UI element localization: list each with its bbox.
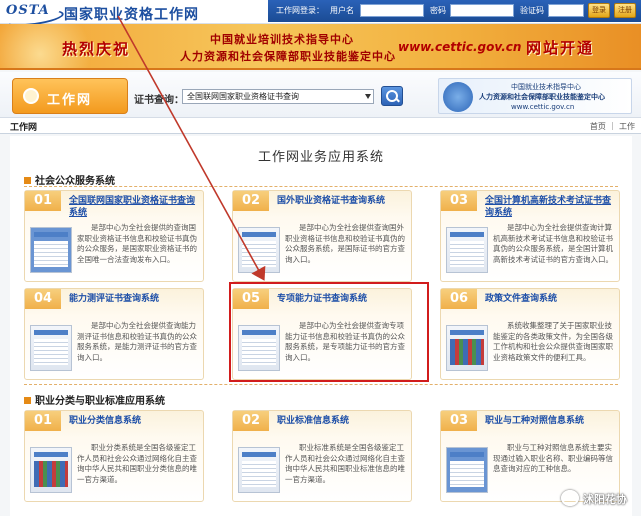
certificate-query-select[interactable]: 全国联网国家职业资格证书查询 (182, 89, 374, 104)
card-description: 是部中心为全社会提供查询计算机高新技术考试证书信息和校验证书真伪的公众服务系统，… (493, 223, 613, 264)
page-title: 工作网业务应用系统 (257, 150, 384, 165)
banner-right-text: 网站开通 (526, 39, 595, 57)
celebration-banner: 热烈庆祝 中国就业培训技术指导中心 人力资源和社会保障部职业技能鉴定中心 www… (0, 24, 641, 70)
service-card[interactable]: 03 全国计算机高新技术考试证书查询系统 是部中心为全社会提供查询计算机高新技术… (440, 190, 620, 282)
card-description: 职业与工种对照信息系统主要实现通过输入职业名称、职业编码等信息查询对应的工种信息… (493, 443, 613, 473)
certificate-query-label: 证书查询： (134, 95, 184, 106)
card-title-link[interactable]: 国外职业资格证书查询系统 (277, 195, 409, 207)
main-content: 工作网业务应用系统 社会公众服务系统 01 全国联网国家职业资格证书查询系统 是… (10, 136, 632, 516)
card-thumbnail (30, 227, 72, 273)
section-divider (24, 384, 618, 385)
dropdown-arrow-icon (365, 94, 371, 99)
card-thumbnail (238, 227, 280, 273)
service-card[interactable]: 04 能力测评证书查询系统 是部中心为全社会提供查询能力测评证书信息和校验证书真… (24, 288, 204, 380)
card-thumbnail (30, 447, 72, 493)
section-title-public-services: 社会公众服务系统 (24, 172, 115, 187)
login-bar: 工作网登录： 用户名 密码 验证码 登录 注册 (268, 0, 641, 22)
cettic-banner-line2: 人力资源和社会保障部职业技能鉴定中心 (479, 93, 605, 101)
card-thumbnail (446, 227, 488, 273)
card-title-link[interactable]: 全国计算机高新技术考试证书查询系统 (485, 195, 617, 219)
home-icon (23, 88, 39, 104)
breadcrumb-home-link[interactable]: 首页 ｜ 工作 (590, 121, 635, 132)
captcha-input[interactable] (548, 4, 584, 17)
service-card[interactable]: 01 全国联网国家职业资格证书查询系统 是部中心为全社会提供的查询国家职业资格证… (24, 190, 204, 282)
service-card[interactable]: 01 职业分类信息系统 职业分类系统是全国各级鉴定工作人员和社会公众通过网络化自… (24, 410, 204, 502)
certificate-query-value: 全国联网国家职业资格证书查询 (187, 92, 299, 101)
watermark-text: 沭阳花协 (583, 493, 627, 506)
top-bar: OSTA 国家职业资格工作网 工作网登录： 用户名 密码 验证码 登录 注册 (0, 0, 641, 24)
service-card[interactable]: 03 职业与工种对照信息系统 职业与工种对照信息系统主要实现通过输入职业名称、职… (440, 410, 620, 502)
card-number: 01 (25, 411, 61, 431)
card-thumbnail (446, 447, 488, 493)
card-title-link[interactable]: 能力测评证书查询系统 (69, 293, 201, 305)
banner-left-text: 热烈庆祝 (62, 40, 131, 58)
breadcrumb: 工作网 首页 ｜ 工作 (0, 118, 641, 134)
card-title-link[interactable]: 政策文件查询系统 (485, 293, 617, 305)
service-card[interactable]: 02 国外职业资格证书查询系统 是部中心为全社会提供查询国外职业资格证书信息和校… (232, 190, 412, 282)
service-card[interactable]: 02 职业标准信息系统 职业标准系统是全国各级鉴定工作人员和社会公众通过网络化自… (232, 410, 412, 502)
card-thumbnail (30, 325, 72, 371)
card-description: 是部中心为全社会提供查询能力测评证书信息和校验证书真伪的公众服务系统，是能力测评… (77, 321, 197, 362)
site-name[interactable]: 国家职业资格工作网 (64, 4, 199, 24)
card-title-link[interactable]: 全国联网国家职业资格证书查询系统 (69, 195, 201, 219)
osta-logo[interactable]: OSTA (6, 3, 58, 21)
search-button[interactable] (381, 86, 403, 106)
breadcrumb-current: 工作网 (10, 123, 38, 133)
banner-center-line2: 人力资源和社会保障部职业技能鉴定中心 (180, 50, 396, 63)
card-number: 02 (233, 191, 269, 211)
login-label: 工作网登录： (276, 6, 324, 15)
username-input[interactable] (360, 4, 424, 17)
card-title-link[interactable]: 职业标准信息系统 (277, 415, 409, 427)
register-button[interactable]: 注册 (614, 3, 636, 18)
card-number: 01 (25, 191, 61, 211)
work-net-tab[interactable]: 工作网 (12, 78, 128, 114)
chat-bubble-icon (561, 490, 579, 506)
login-button[interactable]: 登录 (588, 3, 610, 18)
card-number: 06 (441, 289, 477, 309)
card-description: 系统收集整理了关于国家职业技能鉴定的各类政策文件，为全国各级工作机构和社会公众提… (493, 321, 613, 362)
card-title-link[interactable]: 职业分类信息系统 (69, 415, 201, 427)
card-number: 02 (233, 411, 269, 431)
banner-url: www.cettic.gov.cn (398, 40, 522, 54)
card-title-link[interactable]: 职业与工种对照信息系统 (485, 415, 617, 427)
highlight-box (229, 282, 429, 382)
watermark: 沭阳花协 (561, 490, 627, 512)
cettic-banner-line3: www.cettic.gov.cn (511, 103, 575, 111)
card-number: 04 (25, 289, 61, 309)
card-thumbnail (238, 447, 280, 493)
cettic-banner-line1: 中国就业技术指导中心 (511, 83, 581, 91)
card-description: 职业分类系统是全国各级鉴定工作人员和社会公众通过网络化自主查询中华人民共和国职业… (77, 443, 197, 484)
search-row: 工作网 证书查询： 全国联网国家职业资格证书查询 中国就业技术指导中心 人力资源… (0, 72, 641, 118)
banner-center-line1: 中国就业培训技术指导中心 (210, 33, 354, 46)
captcha-label: 验证码 (520, 6, 544, 15)
section-title-occupation-standards: 职业分类与职业标准应用系统 (24, 392, 165, 407)
service-card[interactable]: 06 政策文件查询系统 系统收集整理了关于国家职业技能鉴定的各类政策文件，为全国… (440, 288, 620, 380)
card-description: 职业标准系统是全国各级鉴定工作人员和社会公众通过网络化自主查询中华人民共和国职业… (285, 443, 405, 484)
card-number: 03 (441, 191, 477, 211)
cettic-banner[interactable]: 中国就业技术指导中心 人力资源和社会保障部职业技能鉴定中心 www.cettic… (438, 78, 632, 114)
work-net-tab-label: 工作网 (47, 93, 93, 108)
password-input[interactable] (450, 4, 514, 17)
section-divider (24, 186, 618, 187)
card-description: 是部中心为全社会提供查询国外职业资格证书信息和校验证书真伪的公众服务系统，是国际… (285, 223, 405, 264)
card-description: 是部中心为全社会提供的查询国家职业资格证书信息和校验证书真伪的公众服务，是国家职… (77, 223, 197, 264)
card-thumbnail (446, 325, 488, 371)
password-label: 密码 (430, 6, 446, 15)
card-number: 03 (441, 411, 477, 431)
username-label: 用户名 (330, 6, 354, 15)
emblem-icon (443, 82, 473, 112)
